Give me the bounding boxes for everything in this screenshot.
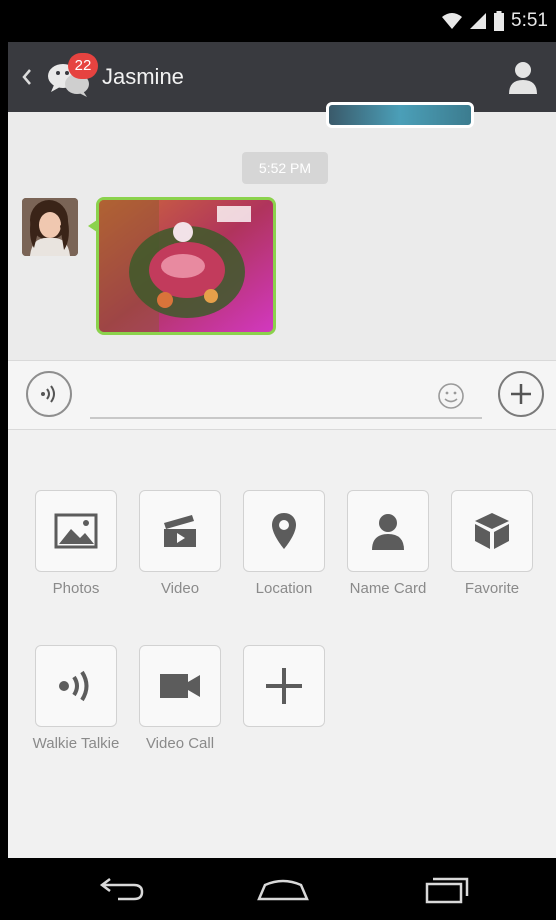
panel-item-favorite[interactable]: Favorite — [440, 490, 544, 597]
panel-item-label: Video Call — [145, 735, 215, 752]
panel-item-label: Photos — [52, 580, 100, 597]
status-bar: 5:51 — [8, 0, 556, 42]
location-pin-icon — [272, 513, 296, 549]
video-tile[interactable] — [139, 490, 221, 572]
chevron-left-icon — [22, 69, 31, 85]
cube-icon — [475, 513, 509, 549]
panel-item-label: Video — [160, 580, 200, 597]
message-input-bar — [8, 360, 556, 430]
chat-header: 22 Jasmine — [8, 42, 556, 112]
back-icon — [99, 878, 144, 901]
image-message-picture — [99, 200, 273, 332]
photos-icon — [54, 513, 98, 549]
panel-item-name-card[interactable]: Name Card — [336, 490, 440, 597]
favorite-tile[interactable] — [451, 490, 533, 572]
signal-icon — [470, 13, 487, 29]
add-tile[interactable] — [243, 645, 325, 727]
status-time: 5:51 — [511, 10, 548, 31]
system-nav-bar — [8, 858, 556, 920]
panel-item-label: Walkie Talkie — [32, 735, 120, 752]
chat-title: Jasmine — [102, 64, 184, 89]
voice-mode-button[interactable] — [26, 371, 72, 417]
avatar-photo — [22, 198, 78, 256]
message-text-field[interactable] — [90, 379, 482, 419]
panel-item-label: Location — [255, 580, 313, 597]
nav-back-button[interactable] — [88, 872, 158, 906]
contact-avatar[interactable] — [22, 198, 78, 256]
location-tile[interactable] — [243, 490, 325, 572]
panel-item-location[interactable]: Location — [232, 490, 336, 597]
more-options-button[interactable] — [498, 371, 544, 417]
recents-icon — [425, 877, 469, 904]
wifi-icon — [442, 13, 463, 29]
panel-item-photos[interactable]: Photos — [24, 490, 128, 597]
voice-mode-icon — [41, 385, 55, 403]
chat-history[interactable]: 5:52 PM — [8, 102, 556, 360]
photos-tile[interactable] — [35, 490, 117, 572]
status-icons: 5:51 — [441, 10, 548, 32]
video-camera-icon — [160, 674, 200, 698]
nav-home-button[interactable] — [248, 872, 318, 906]
battery-icon — [494, 11, 505, 31]
previous-image-message[interactable] — [326, 102, 474, 128]
walkie-talkie-tile[interactable] — [35, 645, 117, 727]
add-icon — [266, 668, 302, 704]
attachment-panel: Photos Video Location Name Card Favorite… — [8, 430, 556, 858]
panel-item-video[interactable]: Video — [128, 490, 232, 597]
panel-item-add[interactable] — [232, 645, 336, 735]
person-icon[interactable] — [508, 60, 538, 94]
walkie-talkie-icon — [59, 670, 89, 702]
unread-badge: 22 — [68, 53, 98, 79]
person-icon — [372, 514, 404, 550]
video-call-tile[interactable] — [139, 645, 221, 727]
message-timestamp: 5:52 PM — [242, 152, 328, 184]
phone-screen: 5:51 22 Jasmine 5:52 PM Photos Video Loc… — [8, 0, 556, 920]
image-message-bubble[interactable] — [96, 197, 276, 335]
panel-item-label: Name Card — [349, 580, 427, 597]
nav-recents-button[interactable] — [412, 872, 482, 906]
back-button[interactable] — [20, 62, 36, 92]
name-card-tile[interactable] — [347, 490, 429, 572]
plus-icon — [511, 384, 531, 404]
video-clapper-icon — [164, 515, 196, 547]
emoji-icon[interactable] — [436, 381, 466, 411]
home-icon — [257, 879, 309, 901]
panel-item-walkie-talkie[interactable]: Walkie Talkie — [24, 645, 128, 752]
panel-item-label: Favorite — [464, 580, 520, 597]
panel-item-video-call[interactable]: Video Call — [128, 645, 232, 752]
